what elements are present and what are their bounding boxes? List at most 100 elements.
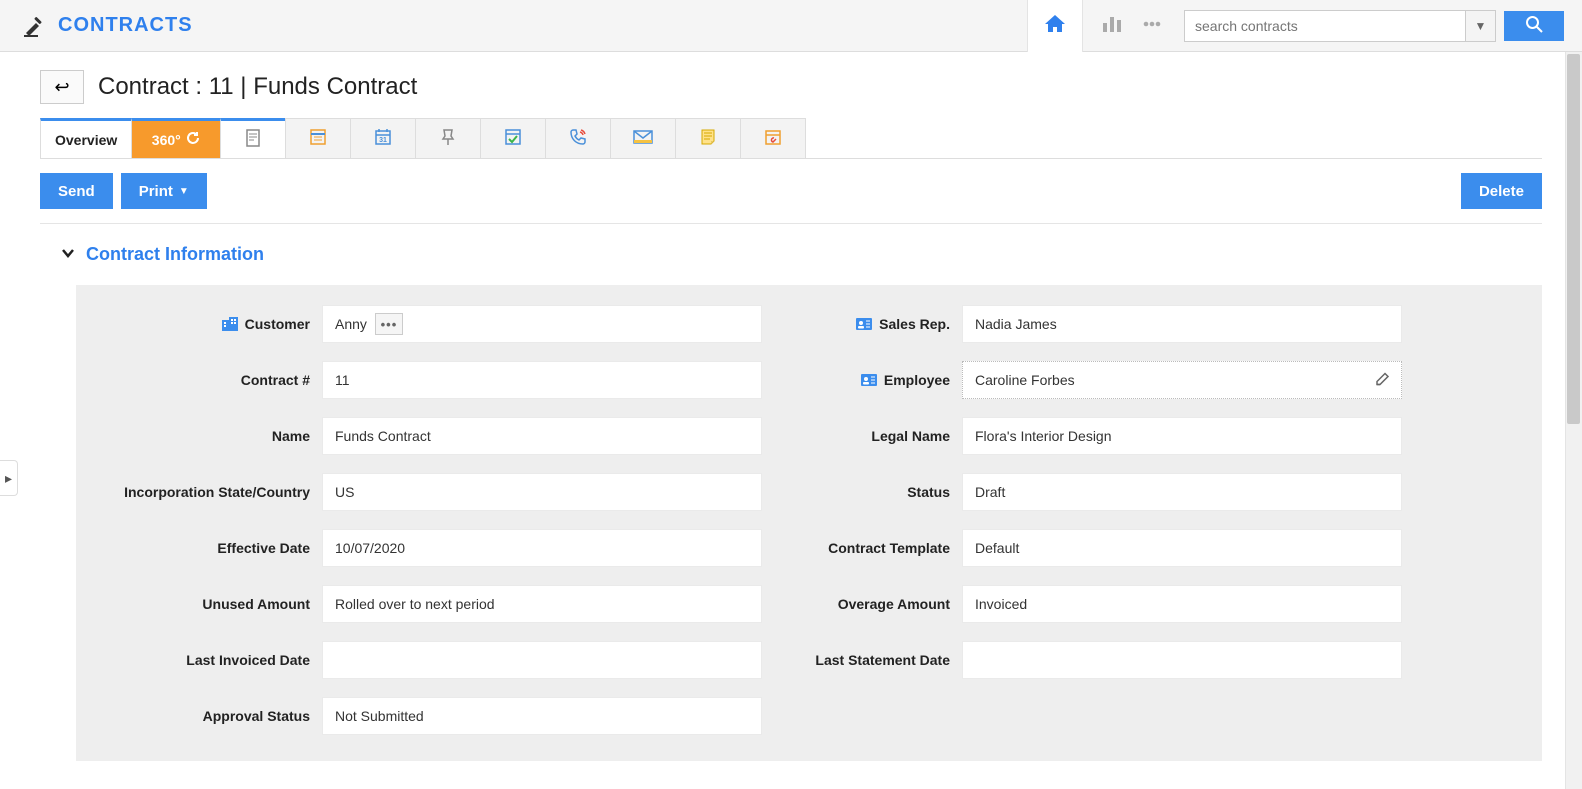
- value-laststatement[interactable]: [962, 641, 1402, 679]
- label-customer-text: Customer: [245, 316, 310, 332]
- label-status-text: Status: [907, 484, 950, 500]
- label-customer: Customer: [102, 305, 322, 343]
- value-contractno[interactable]: 11: [322, 361, 762, 399]
- scrollbar[interactable]: [1565, 52, 1582, 789]
- tab-mail[interactable]: [610, 118, 676, 158]
- back-arrow-icon: ↩: [54, 77, 69, 98]
- value-lastinvoiced[interactable]: [322, 641, 762, 679]
- search-input[interactable]: [1185, 18, 1465, 34]
- value-incorp[interactable]: US: [322, 473, 762, 511]
- tab-calendar[interactable]: 31: [350, 118, 416, 158]
- nav-more[interactable]: [1132, 6, 1172, 46]
- label-overage-text: Overage Amount: [838, 596, 950, 612]
- tab-notes[interactable]: [220, 118, 286, 158]
- value-contractno-text: 11: [335, 372, 350, 388]
- label-laststatement-text: Last Statement Date: [815, 652, 950, 668]
- tab-list[interactable]: [285, 118, 351, 158]
- tab-360[interactable]: 360°: [131, 118, 221, 158]
- search-icon: [1525, 15, 1543, 36]
- value-customer[interactable]: Anny •••: [322, 305, 762, 343]
- check-box-icon: [503, 127, 523, 150]
- label-contractno: Contract #: [102, 361, 322, 399]
- label-template-text: Contract Template: [828, 540, 950, 556]
- building-icon: [221, 316, 239, 332]
- back-button[interactable]: ↩: [40, 70, 84, 104]
- delete-button-label: Delete: [1479, 183, 1524, 200]
- mail-icon: [632, 128, 654, 149]
- sidebar-expand-handle[interactable]: ▸: [0, 460, 18, 496]
- send-button-label: Send: [58, 183, 95, 200]
- search-dropdown[interactable]: ▼: [1465, 11, 1495, 41]
- value-unused[interactable]: Rolled over to next period: [322, 585, 762, 623]
- label-unused-text: Unused Amount: [202, 596, 310, 612]
- page-title: Contract : 11 | Funds Contract: [98, 73, 417, 101]
- tab-call[interactable]: [545, 118, 611, 158]
- label-salesrep-text: Sales Rep.: [879, 316, 950, 332]
- tab-check[interactable]: [480, 118, 546, 158]
- label-salesrep: Sales Rep.: [762, 305, 962, 343]
- chevron-right-icon: ▸: [5, 470, 12, 487]
- phone-icon: [568, 127, 588, 150]
- form-grid: Customer Anny ••• Sales Rep. Nadia James…: [102, 305, 1516, 735]
- value-legalname[interactable]: Flora's Interior Design: [962, 417, 1402, 455]
- action-row: Send Print ▼ Delete: [40, 173, 1542, 224]
- value-name[interactable]: Funds Contract: [322, 417, 762, 455]
- label-incorp: Incorporation State/Country: [102, 473, 322, 511]
- tab-overview-label: Overview: [55, 132, 117, 148]
- label-effdate: Effective Date: [102, 529, 322, 567]
- tab-sticky[interactable]: [675, 118, 741, 158]
- value-overage[interactable]: Invoiced: [962, 585, 1402, 623]
- attachment-icon: [763, 127, 783, 150]
- section-header[interactable]: Contract Information: [60, 244, 1542, 265]
- delete-button[interactable]: Delete: [1461, 173, 1542, 209]
- value-approval[interactable]: Not Submitted: [322, 697, 762, 735]
- brand: CONTRACTS: [22, 14, 193, 37]
- label-lastinvoiced-text: Last Invoiced Date: [186, 652, 310, 668]
- chevron-down-icon: [60, 245, 76, 264]
- label-name-text: Name: [272, 428, 310, 444]
- scrollbar-thumb[interactable]: [1567, 54, 1580, 424]
- tab-attachment[interactable]: [740, 118, 806, 158]
- send-button[interactable]: Send: [40, 173, 113, 209]
- chevron-down-icon: ▼: [1475, 19, 1487, 33]
- id-card-icon: [860, 373, 878, 387]
- ellipsis-icon: •••: [381, 317, 398, 332]
- label-contractno-text: Contract #: [241, 372, 310, 388]
- value-customer-text: Anny: [335, 316, 367, 332]
- label-legalname: Legal Name: [762, 417, 962, 455]
- list-icon: [308, 127, 328, 150]
- tab-pin[interactable]: [415, 118, 481, 158]
- tab-overview[interactable]: Overview: [40, 118, 132, 158]
- sticky-note-icon: [698, 127, 718, 150]
- value-employee-text: Caroline Forbes: [975, 372, 1075, 388]
- gavel-icon: [22, 15, 48, 37]
- value-status[interactable]: Draft: [962, 473, 1402, 511]
- home-icon: [1043, 12, 1067, 39]
- label-effdate-text: Effective Date: [217, 540, 310, 556]
- section-title: Contract Information: [86, 244, 264, 265]
- print-button-label: Print: [139, 183, 173, 200]
- customer-lookup-button[interactable]: •••: [375, 313, 403, 335]
- value-salesrep[interactable]: Nadia James: [962, 305, 1402, 343]
- value-employee[interactable]: Caroline Forbes: [962, 361, 1402, 399]
- value-overage-text: Invoiced: [975, 596, 1027, 612]
- print-button[interactable]: Print ▼: [121, 173, 207, 209]
- label-approval-text: Approval Status: [203, 708, 310, 724]
- edit-employee-button[interactable]: [1375, 371, 1391, 390]
- value-legalname-text: Flora's Interior Design: [975, 428, 1112, 444]
- top-bar: CONTRACTS ▼: [0, 0, 1582, 52]
- value-salesrep-text: Nadia James: [975, 316, 1057, 332]
- value-template[interactable]: Default: [962, 529, 1402, 567]
- value-template-text: Default: [975, 540, 1019, 556]
- value-effdate[interactable]: 10/07/2020: [322, 529, 762, 567]
- top-actions: ▼: [1027, 0, 1564, 51]
- search-input-wrap: ▼: [1184, 10, 1496, 42]
- label-employee-text: Employee: [884, 372, 950, 388]
- nav-analytics[interactable]: [1092, 6, 1132, 46]
- bar-chart-icon: [1101, 13, 1123, 38]
- content-area: ↩ Contract : 11 | Funds Contract Overvie…: [0, 52, 1582, 789]
- search-button[interactable]: [1504, 11, 1564, 41]
- brand-text: CONTRACTS: [58, 14, 193, 37]
- nav-home[interactable]: [1027, 0, 1083, 52]
- value-name-text: Funds Contract: [335, 428, 431, 444]
